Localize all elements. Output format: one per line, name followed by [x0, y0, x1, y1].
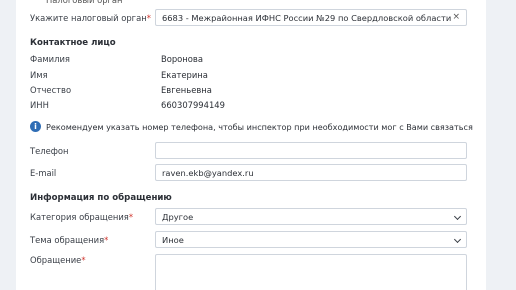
info-icon: i: [30, 121, 41, 132]
email-value: raven.ekb@yandex.ru: [162, 168, 254, 178]
chevron-down-icon: [453, 212, 462, 221]
tax-office-value: 6683 - Межрайонная ИФНС России №29 по Св…: [162, 13, 452, 23]
email-label: E-mail: [30, 168, 57, 178]
section-title-cutoff: Налоговый орган: [46, 0, 123, 5]
phone-notice-text: Рекомендуем указать номер телефона, чтоб…: [46, 122, 473, 132]
message-label: Обращение*: [30, 255, 86, 265]
patronymic-label: Отчество: [30, 85, 72, 95]
tax-office-select[interactable]: 6683 - Межрайонная ИФНС России №29 по Св…: [155, 9, 467, 26]
tax-office-label: Укажите налоговый орган*: [30, 13, 151, 23]
topic-value: Иное: [162, 235, 184, 245]
phone-input[interactable]: [155, 142, 467, 159]
category-value: Другое: [162, 212, 194, 222]
contact-section-title: Контактное лицо: [30, 38, 116, 48]
last-name-label: Фамилия: [30, 54, 70, 64]
clear-icon[interactable]: ×: [452, 12, 460, 22]
phone-label: Телефон: [30, 146, 69, 156]
email-input[interactable]: raven.ekb@yandex.ru: [155, 164, 467, 181]
topic-label: Тема обращения*: [30, 235, 109, 245]
first-name-label: Имя: [30, 70, 48, 80]
category-label: Категория обращения*: [30, 212, 134, 222]
message-textarea[interactable]: [155, 254, 467, 290]
patronymic-value: Евгеньевна: [161, 85, 212, 95]
topic-select[interactable]: Иное: [155, 231, 467, 248]
last-name-value: Воронова: [161, 54, 203, 64]
request-section-title: Информация по обращению: [30, 193, 172, 203]
first-name-value: Екатерина: [161, 70, 208, 80]
appeal-form-card: Налоговый орган Укажите налоговый орган*…: [16, 0, 486, 290]
inn-value: 660307994149: [161, 100, 225, 110]
chevron-down-icon: [453, 235, 462, 244]
category-select[interactable]: Другое: [155, 208, 467, 225]
inn-label: ИНН: [30, 100, 49, 110]
